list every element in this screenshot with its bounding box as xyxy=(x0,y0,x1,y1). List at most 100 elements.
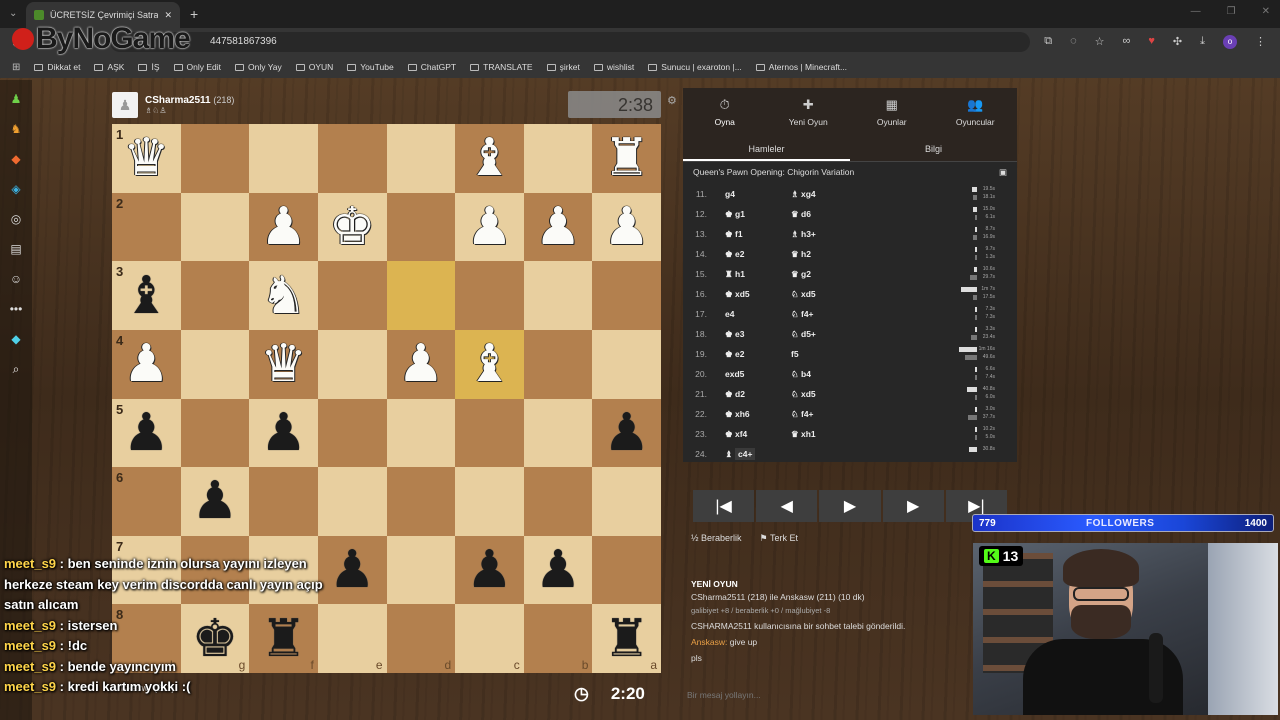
chat-input[interactable]: Bir mesaj yollayın... xyxy=(683,686,983,706)
black-move[interactable]: ♛ xh1 xyxy=(791,429,871,440)
settings-gear-icon[interactable]: ⚙ xyxy=(667,94,677,107)
search-icon[interactable]: ⌕ xyxy=(7,360,25,378)
board-square[interactable]: ♟ xyxy=(523,192,593,262)
board-square[interactable]: ♟ xyxy=(523,535,593,605)
white-pawn-icon[interactable]: ♟ xyxy=(603,201,650,253)
panel-tab[interactable]: ⏱ Oyna xyxy=(683,88,767,136)
black-move[interactable]: ♘ f4+ xyxy=(791,409,871,420)
close-tab-icon[interactable]: ✕ xyxy=(164,10,172,21)
board-square[interactable] xyxy=(317,329,387,399)
board-square[interactable]: ♟ xyxy=(455,535,524,605)
bookmark-item[interactable]: YouTube xyxy=(347,62,394,72)
white-move[interactable]: ♝ c4+ xyxy=(725,447,791,460)
white-move[interactable]: ♚ d2 xyxy=(725,389,791,400)
news-icon[interactable]: ▤ xyxy=(7,240,25,258)
puzzle-knight-icon[interactable]: ♞ xyxy=(7,120,25,138)
board-square[interactable]: ♟ xyxy=(592,192,661,262)
board-square[interactable] xyxy=(455,261,524,330)
bookmark-item[interactable]: ChatGPT xyxy=(407,62,456,72)
white-queen-icon[interactable]: ♛ xyxy=(123,132,170,184)
black-pawn-icon[interactable]: ♟ xyxy=(603,407,650,459)
board-square[interactable] xyxy=(523,398,593,468)
learn-icon[interactable]: ◆ xyxy=(7,150,25,168)
board-square[interactable] xyxy=(317,398,387,468)
black-move[interactable]: ♗ h3+ xyxy=(791,229,871,240)
white-move[interactable]: ♚ g1 xyxy=(725,209,791,220)
eye-off-icon[interactable]: ◌ xyxy=(1070,35,1077,49)
white-move[interactable]: ♚ e2 xyxy=(725,249,791,260)
board-square[interactable]: 4 ♟ xyxy=(112,329,181,399)
black-move[interactable]: ♘ f4+ xyxy=(791,309,871,320)
black-move[interactable]: ♘ xd5 xyxy=(791,389,871,400)
black-move[interactable]: ♘ xd5 xyxy=(791,289,871,300)
white-move[interactable]: ♜ h1 xyxy=(725,269,791,280)
board-square[interactable] xyxy=(180,192,250,262)
white-pawn-icon[interactable]: ♟ xyxy=(535,201,582,253)
white-pawn-icon[interactable]: ♟ xyxy=(260,201,307,253)
bookmark-item[interactable]: Aternos | Minecraft... xyxy=(755,62,847,72)
board-square[interactable] xyxy=(523,124,593,193)
white-move[interactable]: ♚ e3 xyxy=(725,329,791,340)
board-square[interactable]: 6 xyxy=(112,467,181,536)
board-square[interactable]: b xyxy=(523,604,593,673)
avatar[interactable]: ♟ xyxy=(112,92,138,118)
black-bishop-icon[interactable]: ♝ xyxy=(123,270,170,322)
board-square[interactable]: d xyxy=(386,604,456,673)
black-move[interactable]: ♛ h2 xyxy=(791,249,871,260)
board-square[interactable] xyxy=(317,467,387,536)
subtab[interactable]: Bilgi xyxy=(850,136,1017,161)
white-move[interactable]: e4 xyxy=(725,309,791,319)
bookmark-item[interactable]: şirket xyxy=(546,62,580,72)
white-move[interactable]: exd5 xyxy=(725,369,791,379)
board-square[interactable] xyxy=(592,535,661,605)
board-square[interactable]: 2 xyxy=(112,192,181,262)
black-pawn-icon[interactable]: ♟ xyxy=(535,544,582,596)
bookmark-item[interactable]: Only Yay xyxy=(235,62,282,72)
top-player-name[interactable]: CSharma2511 xyxy=(145,95,211,106)
black-pawn-icon[interactable]: ♟ xyxy=(260,407,307,459)
subtab[interactable]: Hamleler xyxy=(683,136,850,161)
board-square[interactable] xyxy=(455,467,524,536)
board-square[interactable] xyxy=(592,467,661,536)
white-bishop-icon[interactable]: ♝ xyxy=(466,338,513,390)
board-square[interactable]: ♟ xyxy=(386,329,456,399)
board-square[interactable] xyxy=(523,261,593,330)
board-square[interactable] xyxy=(180,261,250,330)
tab-list-chevron-icon[interactable]: ⌄ xyxy=(9,8,17,19)
board-square[interactable]: ♟ xyxy=(180,467,250,536)
panel-tab[interactable]: 👥 Oyuncular xyxy=(934,88,1018,136)
board-square[interactable]: 5 ♟ xyxy=(112,398,181,468)
board-square[interactable]: ♟ xyxy=(455,192,524,262)
url-field[interactable]: 447581867396 xyxy=(110,32,1030,52)
board-square[interactable] xyxy=(386,192,456,262)
board-square[interactable] xyxy=(386,261,456,330)
apps-grid-icon[interactable]: ⊞ xyxy=(12,62,20,73)
board-square[interactable] xyxy=(180,124,250,193)
community-icon[interactable]: ☺ xyxy=(7,270,25,288)
cube-icon[interactable]: ◈ xyxy=(7,180,25,198)
bookmark-item[interactable]: OYUN xyxy=(295,62,333,72)
board-square[interactable] xyxy=(592,329,661,399)
board-square[interactable]: ♚ xyxy=(317,192,387,262)
board-square[interactable] xyxy=(180,329,250,399)
black-pawn-icon[interactable]: ♟ xyxy=(192,475,239,527)
chat-user[interactable]: Anskasw: xyxy=(691,637,727,647)
board-square[interactable]: 3 ♝ xyxy=(112,261,181,330)
white-queen-icon[interactable]: ♛ xyxy=(260,338,307,390)
white-pawn-icon[interactable]: ♟ xyxy=(466,201,513,253)
bookmark-item[interactable]: wishlist xyxy=(593,62,634,72)
black-move[interactable]: ♛ g2 xyxy=(791,269,871,280)
white-move[interactable]: ♚ xd5 xyxy=(725,289,791,300)
prev-move-button[interactable]: ◀ xyxy=(756,490,818,522)
play-pawn-icon[interactable]: ♟ xyxy=(7,90,25,108)
black-pawn-icon[interactable]: ♟ xyxy=(123,407,170,459)
white-pawn-icon[interactable]: ♟ xyxy=(123,338,170,390)
profile-avatar[interactable]: o xyxy=(1223,35,1237,49)
white-bishop-icon[interactable]: ♝ xyxy=(466,132,513,184)
bookmark-item[interactable]: Dikkat et xyxy=(34,62,80,72)
board-square[interactable]: ♟ xyxy=(249,192,318,262)
black-pawn-icon[interactable]: ♟ xyxy=(466,544,513,596)
board-square[interactable] xyxy=(523,329,593,399)
first-move-button[interactable]: |◀ xyxy=(693,490,755,522)
black-move[interactable]: ♘ d5+ xyxy=(791,329,871,340)
